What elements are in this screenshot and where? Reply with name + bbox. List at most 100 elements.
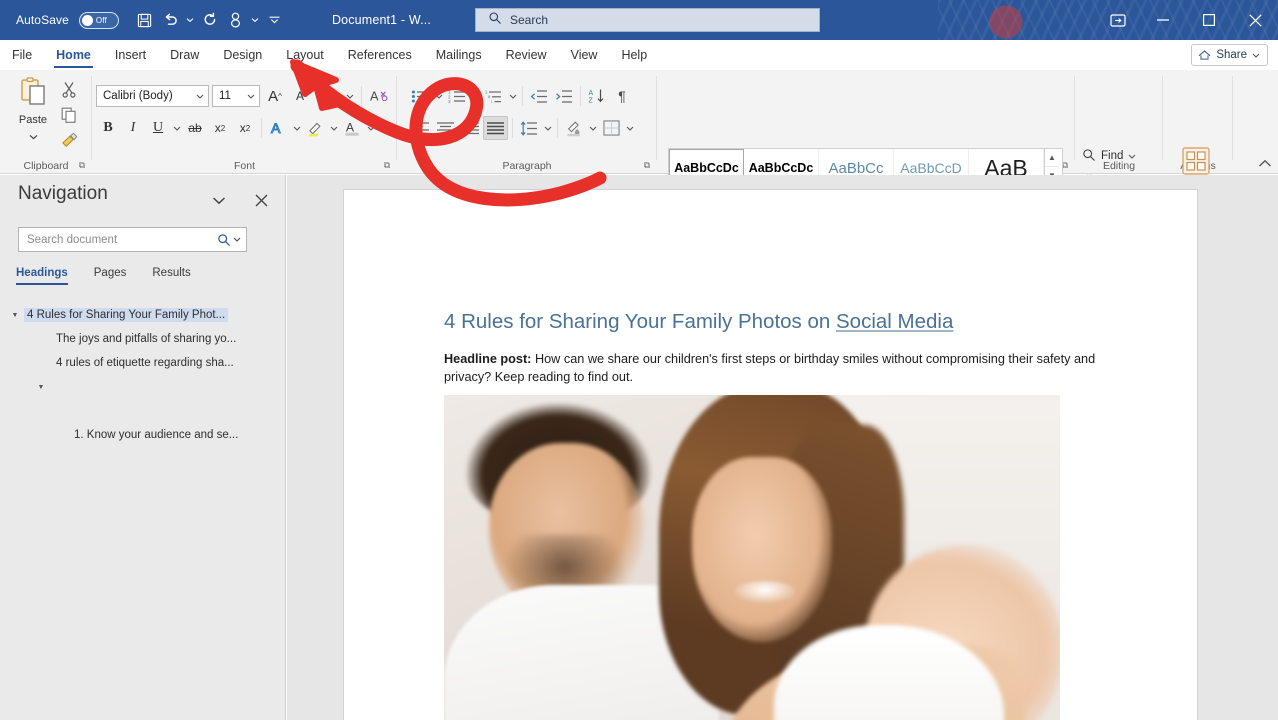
font-size-combo[interactable]: 11 (212, 85, 260, 107)
navigation-collapse-icon[interactable] (208, 189, 230, 211)
undo-icon[interactable] (159, 7, 183, 33)
navigation-close-icon[interactable] (250, 189, 272, 211)
bullets-dropdown-icon[interactable] (433, 84, 444, 108)
expander-icon[interactable]: ▼ (32, 384, 50, 391)
line-spacing-dropdown-icon[interactable] (542, 116, 553, 140)
show-formatting-marks-icon[interactable]: ¶ (610, 84, 634, 108)
subscript-button[interactable]: x2 (208, 116, 232, 140)
text-highlight-dropdown-icon[interactable] (328, 116, 339, 140)
format-painter-icon[interactable] (56, 127, 82, 152)
text-effects-icon[interactable]: A (266, 116, 290, 140)
expander-icon[interactable]: ▼ (6, 312, 24, 319)
change-case-icon[interactable]: Aa (317, 84, 341, 108)
tab-mailings[interactable]: Mailings (424, 40, 494, 70)
italic-button[interactable]: I (121, 116, 145, 140)
search-input[interactable]: Search (475, 8, 820, 32)
nav-tab-results[interactable]: Results (152, 267, 190, 285)
font-name-combo[interactable]: Calibri (Body) (96, 85, 209, 107)
navigation-search-icon-group[interactable] (217, 233, 241, 247)
copy-icon[interactable] (56, 102, 82, 127)
shading-dropdown-icon[interactable] (587, 116, 598, 140)
borders-icon[interactable] (599, 116, 623, 140)
align-left-icon[interactable] (408, 116, 432, 140)
cut-icon[interactable] (56, 77, 82, 102)
touch-mode-icon[interactable] (224, 7, 248, 33)
share-button[interactable]: Share (1191, 44, 1268, 66)
maximize-icon[interactable] (1186, 0, 1232, 40)
clipboard-dialog-launcher[interactable]: ⧉ (76, 159, 88, 171)
text-effects-dropdown-icon[interactable] (291, 116, 302, 140)
find-dropdown-icon[interactable] (1128, 150, 1136, 162)
nav-heading-item[interactable]: ▼ (0, 375, 286, 399)
bold-button[interactable]: B (96, 116, 120, 140)
nav-heading-item[interactable]: 1. Know your audience and se... (0, 423, 286, 447)
font-color-dropdown-icon[interactable] (365, 116, 376, 140)
save-icon[interactable] (133, 7, 157, 33)
nav-heading-item[interactable]: The joys and pitfalls of sharing yo... (0, 327, 286, 351)
share-dropdown-icon[interactable] (1252, 49, 1260, 61)
borders-dropdown-icon[interactable] (624, 116, 635, 140)
tab-home[interactable]: Home (44, 40, 103, 70)
nav-heading-item[interactable] (0, 399, 286, 423)
separator (361, 86, 362, 106)
tab-file[interactable]: File (0, 40, 44, 70)
tab-draw[interactable]: Draw (158, 40, 211, 70)
autosave-toggle[interactable]: Off (78, 11, 119, 29)
tab-layout[interactable]: Layout (274, 40, 336, 70)
paragraph-dialog-launcher[interactable]: ⧉ (641, 159, 653, 171)
tab-insert[interactable]: Insert (103, 40, 158, 70)
navigation-search-input[interactable]: Search document (18, 227, 247, 252)
customize-qat-icon[interactable] (263, 7, 287, 33)
tab-review[interactable]: Review (494, 40, 559, 70)
numbering-icon[interactable]: 123 (445, 84, 469, 108)
touch-mode-dropdown-icon[interactable] (250, 7, 261, 33)
clear-formatting-icon[interactable]: A (368, 84, 392, 108)
find-button[interactable]: Find (1082, 144, 1146, 168)
paste-button[interactable]: Paste (10, 76, 56, 145)
document-heading: 4 Rules for Sharing Your Family Photos o… (444, 310, 1144, 334)
restore-down-icon[interactable] (1096, 0, 1140, 40)
align-center-icon[interactable] (433, 116, 457, 140)
collapse-ribbon-icon[interactable] (1258, 159, 1272, 171)
font-dialog-launcher[interactable]: ⧉ (381, 159, 393, 171)
change-case-dropdown-icon[interactable] (344, 84, 355, 108)
minimize-icon[interactable] (1140, 0, 1186, 40)
bullets-icon[interactable] (408, 84, 432, 108)
shading-icon[interactable] (562, 116, 586, 140)
shrink-font-icon[interactable]: A ˅ (290, 84, 314, 108)
tab-view[interactable]: View (559, 40, 610, 70)
sort-icon[interactable]: AZ (585, 84, 609, 108)
tab-references[interactable]: References (336, 40, 424, 70)
multilevel-list-dropdown-icon[interactable] (507, 84, 518, 108)
nav-heading-item[interactable]: ▼ 4 Rules for Sharing Your Family Phot..… (0, 303, 286, 327)
decrease-indent-icon[interactable] (527, 84, 551, 108)
underline-dropdown-icon[interactable] (171, 116, 182, 140)
align-right-icon[interactable] (458, 116, 482, 140)
line-spacing-icon[interactable] (517, 116, 541, 140)
justify-button[interactable] (483, 116, 508, 140)
separator (261, 118, 262, 138)
document-image[interactable] (444, 395, 1060, 720)
nav-tab-headings[interactable]: Headings (16, 267, 68, 285)
font-color-icon[interactable]: A (340, 116, 364, 140)
nav-tab-pages[interactable]: Pages (94, 267, 127, 285)
strikethrough-button[interactable]: ab (183, 116, 207, 140)
close-icon[interactable] (1232, 0, 1278, 40)
redo-icon[interactable] (198, 7, 222, 33)
nav-heading-item[interactable]: 4 rules of etiquette regarding sha... (0, 351, 286, 375)
tab-design[interactable]: Design (211, 40, 274, 70)
underline-button[interactable]: U (146, 116, 170, 140)
document-heading-link[interactable]: Social Media (836, 310, 953, 333)
superscript-button[interactable]: x2 (233, 116, 257, 140)
paste-dropdown-icon[interactable] (29, 127, 38, 145)
undo-dropdown-icon[interactable] (185, 7, 196, 33)
tab-help[interactable]: Help (609, 40, 659, 70)
gallery-scroll-up-icon[interactable]: ▲ (1045, 149, 1059, 166)
increase-indent-icon[interactable] (552, 84, 576, 108)
multilevel-list-icon[interactable]: 1ai (482, 84, 506, 108)
numbering-dropdown-icon[interactable] (470, 84, 481, 108)
document-page[interactable]: 4 Rules for Sharing Your Family Photos o… (344, 190, 1197, 720)
nav-heading-label: 4 Rules for Sharing Your Family Phot... (24, 308, 229, 322)
text-highlight-icon[interactable] (303, 116, 327, 140)
grow-font-icon[interactable]: A ^ (263, 84, 287, 108)
